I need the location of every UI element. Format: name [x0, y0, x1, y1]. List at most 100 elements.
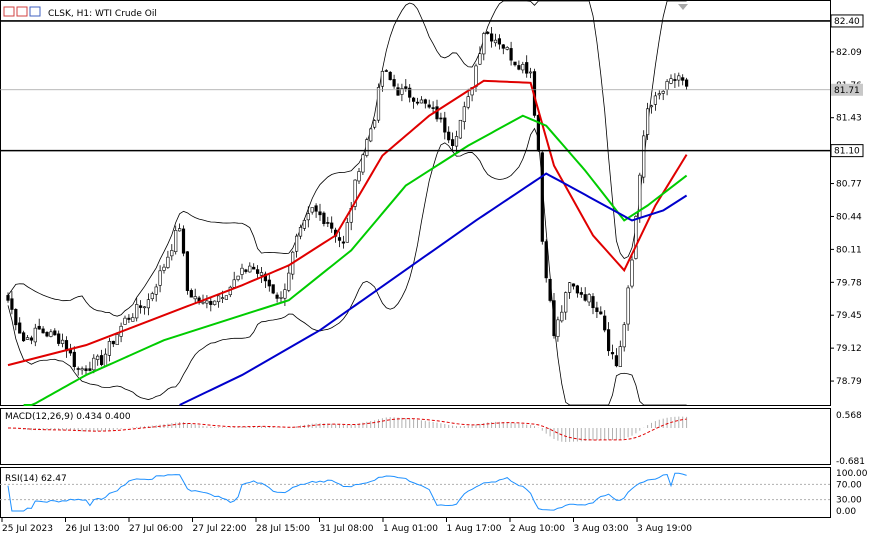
candle-bearish	[603, 315, 607, 331]
candle-bullish	[665, 81, 669, 90]
candle-bullish	[240, 267, 244, 275]
candle-bearish	[275, 294, 279, 299]
candle-bullish	[25, 337, 30, 340]
candle-bearish	[497, 38, 502, 45]
candle-bearish	[37, 325, 41, 330]
candle-bullish	[287, 272, 291, 291]
scroll-marker-icon[interactable]	[678, 4, 688, 10]
candle-bearish	[318, 211, 322, 216]
candle-bearish	[267, 279, 271, 287]
candle-bearish	[606, 329, 611, 352]
candle-bullish	[478, 53, 482, 65]
candle-bullish	[661, 90, 665, 94]
macd-label: MACD(12,26,9) 0.434 0.400	[5, 412, 131, 422]
candle-bullish	[92, 357, 96, 371]
candle-bullish	[135, 304, 139, 319]
candle-bullish	[193, 296, 197, 300]
macd-tick-label: 0.568	[836, 411, 862, 421]
price-tick-label: 79.45	[836, 311, 862, 321]
candle-bearish	[684, 79, 689, 87]
candle-bearish	[439, 117, 443, 120]
candle-bearish	[427, 104, 431, 108]
candle-bearish	[486, 31, 490, 34]
candle-bearish	[610, 352, 615, 355]
candle-bullish	[345, 222, 349, 243]
rsi-tick-label: 0.00	[836, 507, 856, 517]
candle-bullish	[462, 106, 466, 122]
candle-bullish	[302, 220, 307, 229]
candle-bearish	[673, 79, 677, 81]
candle-bearish	[181, 228, 186, 254]
candle-bullish	[49, 331, 53, 337]
candle-bullish	[618, 346, 622, 367]
macd-tick-label: -0.681	[836, 457, 865, 467]
axes: 82.4282.0981.7681.4381.1080.7780.4480.11…	[1, 14, 864, 534]
candle-bullish	[493, 39, 498, 44]
candle-bullish	[158, 270, 162, 286]
candle-bullish	[645, 108, 650, 135]
candle-bullish	[419, 99, 424, 104]
candle-bearish	[271, 284, 275, 294]
candle-bearish	[337, 237, 342, 241]
candle-bearish	[127, 317, 131, 320]
price-tick-label: 78.79	[836, 377, 862, 387]
candle-bearish	[76, 368, 80, 370]
candle-bearish	[330, 222, 334, 229]
candle-bullish	[103, 353, 108, 367]
candle-bearish	[14, 309, 18, 326]
candle-bearish	[415, 101, 420, 104]
candle-bullish	[528, 71, 533, 74]
candle-bearish	[185, 251, 190, 291]
bollinger-upper-line	[7, 0, 687, 317]
time-tick-label: 3 Aug 19:00	[637, 524, 692, 534]
candle-bullish	[123, 317, 127, 325]
level-label: 81.10	[834, 147, 860, 157]
candle-bearish	[252, 266, 256, 270]
candle-bearish	[57, 333, 61, 344]
candle-bullish	[166, 256, 170, 268]
candle-bullish	[178, 228, 182, 232]
time-tick-label: 1 Aug 17:00	[447, 524, 502, 534]
candlesticks	[6, 27, 689, 376]
candle-bullish	[669, 78, 673, 84]
candle-bullish	[560, 311, 564, 322]
menu-icon-3[interactable]	[29, 6, 41, 17]
candle-bullish	[376, 87, 381, 121]
candle-bullish	[232, 279, 236, 288]
candle-bearish	[583, 294, 587, 301]
candle-bullish	[259, 272, 264, 276]
time-tick-label: 26 Jul 13:00	[66, 524, 120, 534]
horizontal-levels	[0, 20, 830, 152]
candle-bullish	[131, 317, 135, 322]
menu-icon-2[interactable]	[16, 6, 28, 17]
time-tick-label: 1 Aug 01:00	[383, 524, 438, 534]
candle-bullish	[224, 295, 229, 300]
candle-bullish	[521, 64, 525, 71]
candle-bearish	[517, 65, 521, 70]
candle-bullish	[279, 297, 283, 299]
menu-icon[interactable]	[3, 6, 15, 17]
chart-toolbar-icons[interactable]	[3, 6, 41, 17]
candle-bullish	[33, 327, 37, 343]
ma-mid-line	[23, 114, 688, 406]
price-chart: 0.568-0.681 100.0070.0030.000.00 82.4282…	[0, 0, 868, 534]
candle-bearish	[431, 107, 435, 109]
candle-bearish	[6, 295, 10, 301]
candle-bearish	[41, 328, 45, 334]
candle-bearish	[571, 283, 576, 287]
candle-bullish	[657, 93, 661, 96]
candle-bullish	[107, 341, 111, 356]
candle-bullish	[482, 33, 486, 55]
candle-bullish	[310, 207, 314, 213]
candle-bearish	[447, 131, 451, 141]
candle-bullish	[142, 306, 147, 309]
time-tick-label: 27 Jul 06:00	[129, 524, 183, 534]
candle-bullish	[298, 227, 303, 237]
candle-bearish	[100, 355, 104, 365]
candle-bullish	[454, 136, 459, 147]
candle-bearish	[548, 278, 552, 301]
candle-bullish	[630, 259, 634, 287]
candle-bullish	[201, 301, 205, 304]
candle-bullish	[365, 139, 369, 156]
candle-bullish	[556, 319, 560, 337]
